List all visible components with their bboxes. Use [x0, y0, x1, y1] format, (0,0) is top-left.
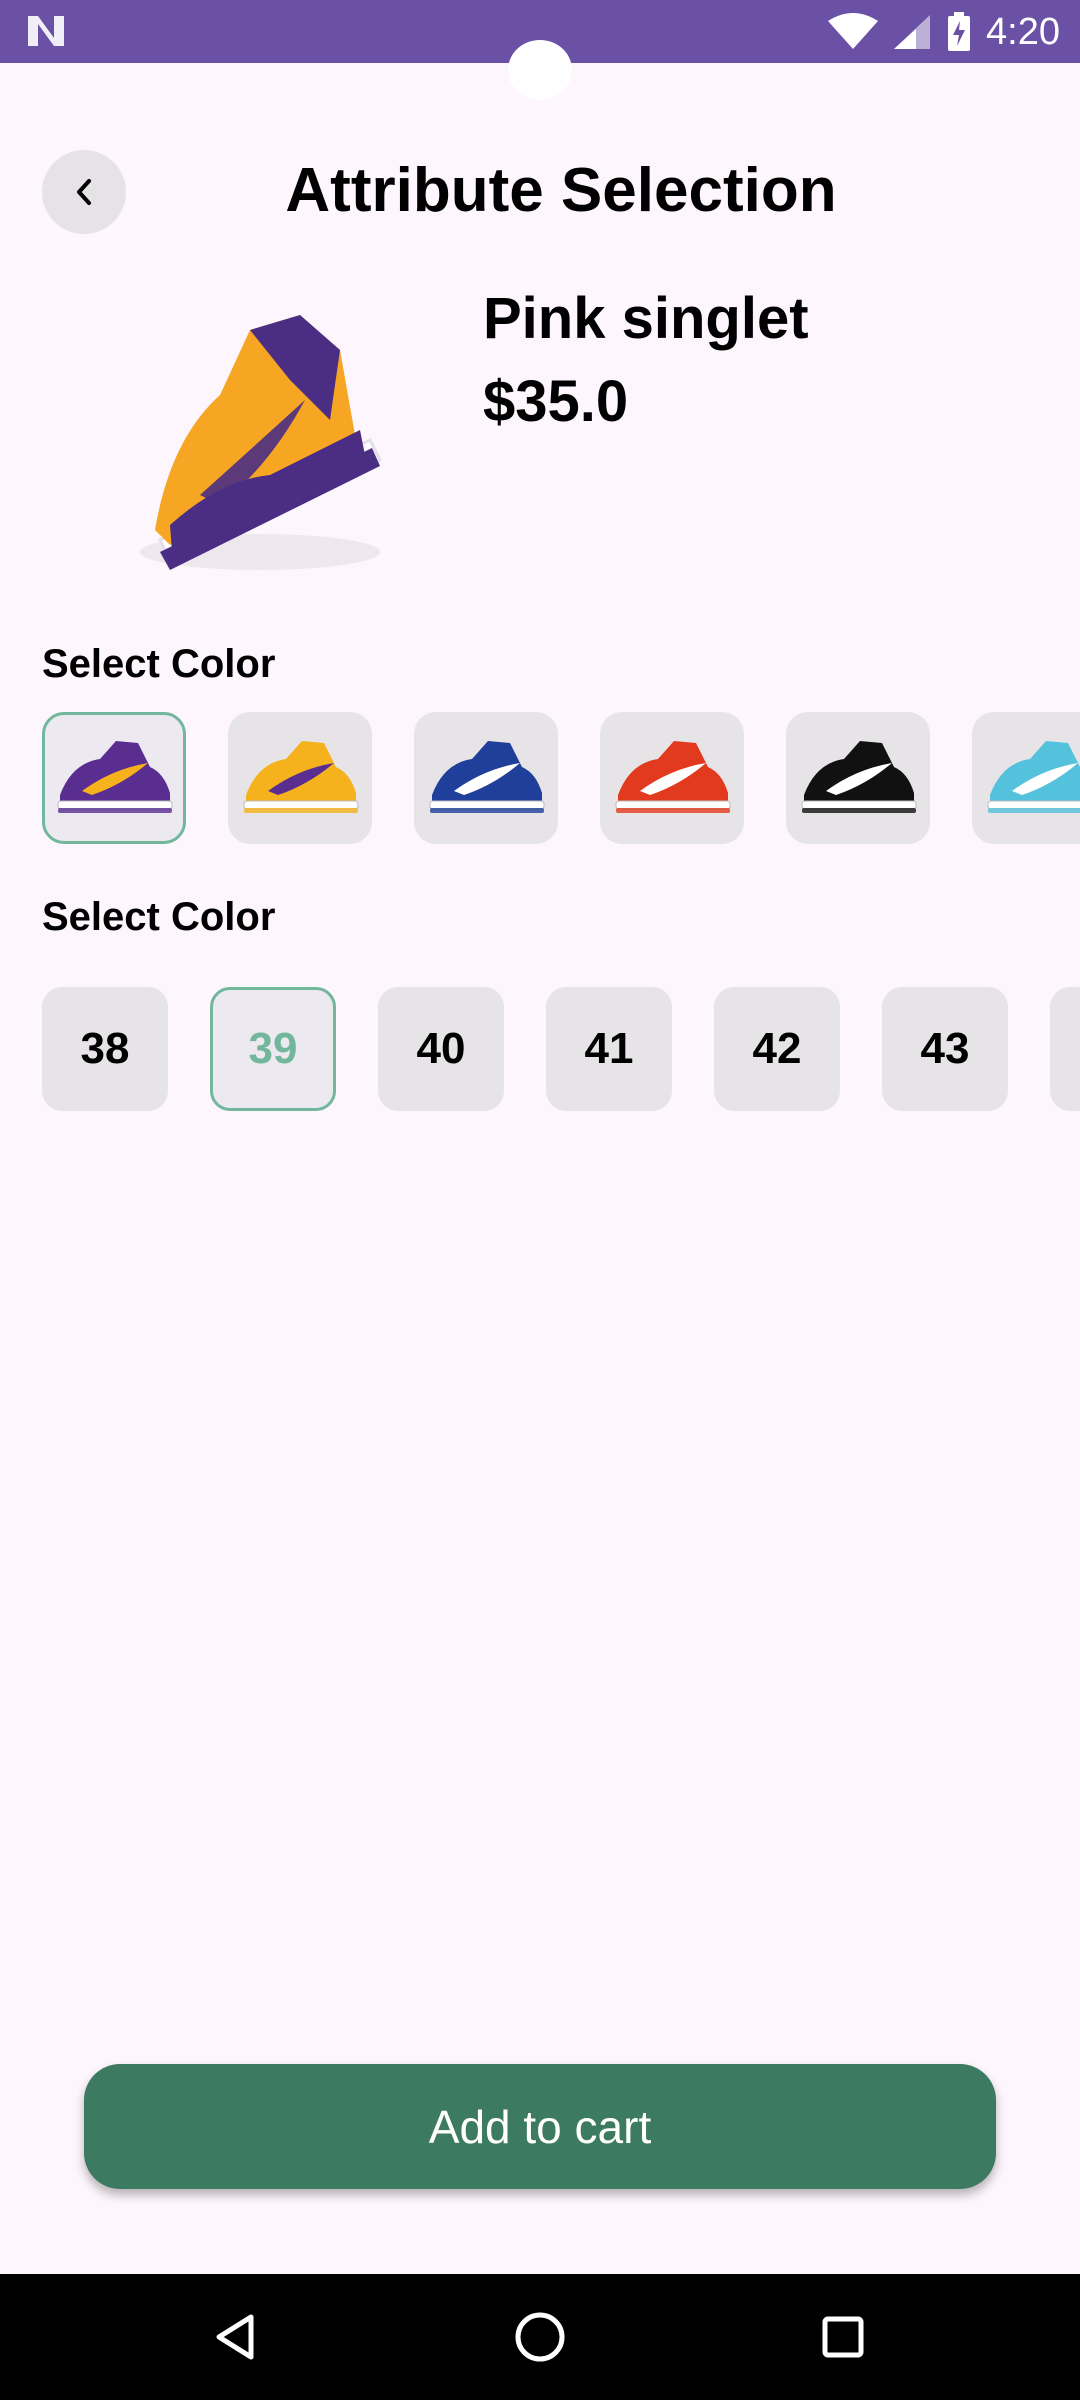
- wifi-icon: [828, 13, 879, 49]
- size-option[interactable]: 38: [42, 987, 168, 1111]
- product-image: [140, 315, 383, 570]
- recents-square-icon: [822, 2316, 864, 2358]
- product-name: Pink singlet: [483, 286, 809, 351]
- battery-charging-icon: [948, 12, 971, 51]
- n-logo-icon: [28, 16, 64, 46]
- product-price: $35.0: [483, 369, 629, 434]
- status-icons: 4:20: [828, 8, 1060, 56]
- system-navigation-bar: [0, 2274, 1080, 2400]
- sneaker-thumbnail-icon: [429, 741, 545, 813]
- color-section-label: Select Color: [42, 642, 276, 686]
- sneaker-thumbnail-icon: [243, 741, 359, 813]
- home-circle-icon: [515, 2312, 565, 2362]
- color-options-row: [42, 712, 1080, 846]
- add-to-cart-button[interactable]: Add to cart: [84, 2064, 996, 2189]
- color-option[interactable]: [786, 712, 930, 844]
- page-title: Attribute Selection: [285, 156, 837, 225]
- camera-cutout: [508, 40, 572, 100]
- nav-home-button[interactable]: [505, 2302, 575, 2372]
- nav-recents-button[interactable]: [808, 2302, 878, 2372]
- color-option[interactable]: [228, 712, 372, 844]
- size-option[interactable]: 43: [882, 987, 1008, 1111]
- size-options-row: 38 39 40 41 42 43: [42, 987, 1080, 1113]
- signal-icon: [894, 15, 931, 49]
- color-option[interactable]: [972, 712, 1080, 844]
- size-section-label: Select Color: [42, 895, 276, 939]
- size-option[interactable]: 39: [210, 987, 336, 1111]
- color-option[interactable]: [42, 712, 186, 844]
- size-option[interactable]: 42: [714, 987, 840, 1111]
- color-option[interactable]: [414, 712, 558, 844]
- color-option[interactable]: [600, 712, 744, 844]
- status-time: 4:20: [986, 10, 1060, 53]
- nav-back-button[interactable]: [200, 2302, 270, 2372]
- sneaker-thumbnail-icon: [987, 741, 1080, 813]
- back-triangle-icon: [216, 2314, 254, 2360]
- size-option[interactable]: 40: [378, 987, 504, 1111]
- size-option[interactable]: 41: [546, 987, 672, 1111]
- sneaker-thumbnail-icon: [57, 741, 173, 813]
- size-option[interactable]: [1050, 987, 1080, 1111]
- sneaker-thumbnail-icon: [801, 741, 917, 813]
- sneaker-thumbnail-icon: [615, 741, 731, 813]
